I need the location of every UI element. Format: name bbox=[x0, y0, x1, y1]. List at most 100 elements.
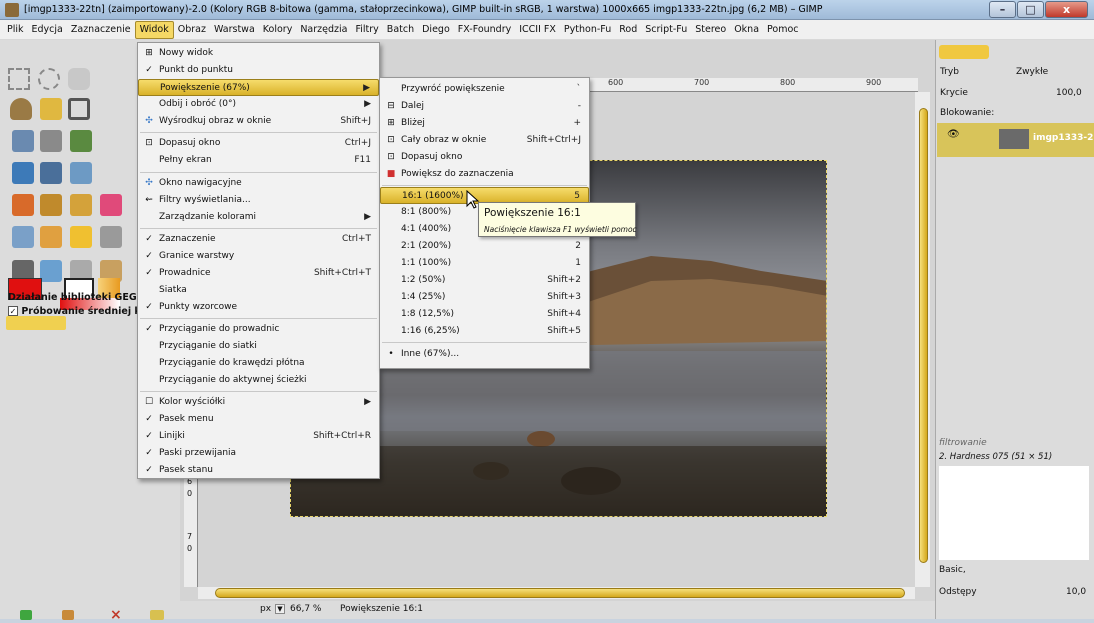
ellipse-select-tool-icon[interactable] bbox=[38, 68, 60, 90]
menu-item-fill-window[interactable]: ⊡ Dopasuj okno bbox=[380, 149, 589, 166]
menu-item-zoom[interactable]: Powiększenie (67%) ▶ bbox=[138, 79, 379, 96]
menu-item-snap-canvas[interactable]: Przyciąganie do krawędzi płótna bbox=[138, 355, 379, 372]
scissors-tool-icon[interactable] bbox=[68, 98, 90, 120]
menu-script-fu[interactable]: Script-Fu bbox=[641, 21, 691, 39]
vertical-scroll-thumb[interactable] bbox=[919, 108, 928, 563]
menu-zaznaczenie[interactable]: Zaznaczenie bbox=[67, 21, 135, 39]
menu-item-revert-zoom[interactable]: Przywróć powiększenie ` bbox=[380, 81, 589, 98]
menu-item-zoom-1-4[interactable]: 1:4 (25%) Shift+3 bbox=[380, 289, 589, 306]
menu-okna[interactable]: Okna bbox=[730, 21, 763, 39]
close-button[interactable]: x bbox=[1045, 1, 1088, 18]
menu-item-zoom-1-1[interactable]: 1:1 (100%) 1 bbox=[380, 255, 589, 272]
menu-fx-foundry[interactable]: FX-Foundry bbox=[454, 21, 515, 39]
menu-item-dot-for-dot[interactable]: ✓ Punkt do punktu bbox=[138, 62, 379, 79]
menu-item-snap-guides[interactable]: ✓ Przyciąganie do prowadnic bbox=[138, 321, 379, 338]
menu-python-fu[interactable]: Python-Fu bbox=[560, 21, 615, 39]
menu-item-show-selection[interactable]: ✓ Zaznaczenie Ctrl+T bbox=[138, 231, 379, 248]
unit-selector[interactable]: px bbox=[260, 604, 271, 614]
dodge-tool-icon[interactable] bbox=[40, 260, 62, 282]
maximize-button[interactable]: □ bbox=[1017, 1, 1044, 18]
zoom-value[interactable]: 66,7 % bbox=[290, 604, 321, 614]
menu-item-snap-grid[interactable]: Przyciąganie do siatki bbox=[138, 338, 379, 355]
menu-item-show-scrollbars[interactable]: ✓ Paski przewijania bbox=[138, 445, 379, 462]
heal-tool-icon[interactable] bbox=[100, 226, 122, 248]
dock-tabs[interactable] bbox=[939, 45, 989, 59]
menu-item-fit-image[interactable]: ⊡ Cały obraz w oknie Shift+Ctrl+J bbox=[380, 132, 589, 149]
eraser-tool-icon[interactable] bbox=[100, 194, 122, 216]
delete-options-icon[interactable]: × bbox=[110, 607, 122, 623]
scale-tool-icon[interactable] bbox=[40, 162, 62, 184]
menu-pomoc[interactable]: Pomoc bbox=[763, 21, 803, 39]
menu-item-zoom-other[interactable]: • Inne (67%)... bbox=[380, 346, 589, 363]
menu-item-show-guides[interactable]: ✓ Prowadnice Shift+Ctrl+T bbox=[138, 265, 379, 282]
rotate-tool-icon[interactable] bbox=[12, 162, 34, 184]
ink-tool-icon[interactable] bbox=[40, 226, 62, 248]
menu-item-navigation-window[interactable]: ✣ Okno nawigacyjne bbox=[138, 175, 379, 192]
menu-item-shrink-wrap[interactable]: ⊡ Dopasuj okno Ctrl+J bbox=[138, 135, 379, 152]
menu-item-zoom-2-1[interactable]: 2:1 (200%) 2 bbox=[380, 238, 589, 255]
menu-item-zoom-out[interactable]: ⊟ Dalej - bbox=[380, 98, 589, 115]
menu-warstwa[interactable]: Warstwa bbox=[210, 21, 259, 39]
menu-batch[interactable]: Batch bbox=[383, 21, 418, 39]
menu-item-show-grid[interactable]: Siatka bbox=[138, 282, 379, 299]
brush-grid[interactable] bbox=[939, 466, 1089, 560]
tool-options-tabs[interactable] bbox=[6, 316, 66, 330]
menu-item-display-filters[interactable]: ⇜ Filtry wyświetlania... bbox=[138, 192, 379, 209]
menu-obraz[interactable]: Obraz bbox=[174, 21, 210, 39]
filter-field[interactable]: filtrowanie bbox=[939, 438, 987, 448]
menu-diego[interactable]: Diego bbox=[418, 21, 454, 39]
menu-item-padding-color[interactable]: ☐ Kolor wyściółki ▶ bbox=[138, 394, 379, 411]
menu-item-new-view[interactable]: ⊞ Nowy widok bbox=[138, 45, 379, 62]
color-select-tool-icon[interactable] bbox=[40, 98, 62, 120]
rect-select-tool-icon[interactable] bbox=[8, 68, 30, 90]
fuzzy-select-tool-icon[interactable] bbox=[10, 98, 32, 120]
mode-select[interactable]: Zwykłe bbox=[1016, 67, 1048, 77]
opacity-value[interactable]: 100,0 bbox=[1056, 88, 1082, 98]
menu-item-center-image[interactable]: ✣ Wyśrodkuj obraz w oknie Shift+J bbox=[138, 113, 379, 130]
brush-set[interactable]: Basic, bbox=[939, 565, 966, 575]
menu-item-sample-points[interactable]: ✓ Punkty wzorcowe bbox=[138, 299, 379, 316]
eye-icon[interactable]: 👁 bbox=[947, 129, 960, 140]
menu-item-layer-boundary[interactable]: ✓ Granice warstwy bbox=[138, 248, 379, 265]
free-select-tool-icon[interactable] bbox=[68, 68, 90, 90]
menu-item-show-rulers[interactable]: ✓ Linijki Shift+Ctrl+R bbox=[138, 428, 379, 445]
clone-tool-icon[interactable] bbox=[70, 226, 92, 248]
layer-name[interactable]: imgp1333-22tn bbox=[1033, 133, 1094, 143]
gegl-sampling-option[interactable]: ✓ Próbowanie średniej kol bbox=[8, 306, 150, 317]
checkbox-icon[interactable]: ✓ bbox=[8, 306, 18, 316]
menu-item-zoom-1-16[interactable]: 1:16 (6,25%) Shift+5 bbox=[380, 323, 589, 340]
spacing-value[interactable]: 10,0 bbox=[1066, 587, 1086, 597]
menu-item-zoom-selection[interactable]: ■ Powiększ do zaznaczenia bbox=[380, 166, 589, 183]
menu-item-show-menubar[interactable]: ✓ Pasek menu bbox=[138, 411, 379, 428]
menu-item-snap-path[interactable]: Przyciąganie do aktywnej ścieżki bbox=[138, 372, 379, 389]
align-tool-icon[interactable] bbox=[40, 130, 62, 152]
flip-tool-icon[interactable] bbox=[12, 194, 34, 216]
menu-item-zoom-1-8[interactable]: 1:8 (12,5%) Shift+4 bbox=[380, 306, 589, 323]
paintbrush-tool-icon[interactable] bbox=[70, 194, 92, 216]
minimize-button[interactable]: – bbox=[989, 1, 1016, 18]
menu-rod[interactable]: Rod bbox=[615, 21, 641, 39]
crop-tool-icon[interactable] bbox=[70, 130, 92, 152]
menu-stereo[interactable]: Stereo bbox=[691, 21, 730, 39]
horizontal-scroll-thumb[interactable] bbox=[215, 588, 905, 598]
menu-item-flip-rotate[interactable]: Odbij i obróć (0°) ▶ bbox=[138, 96, 379, 113]
move-tool-icon[interactable] bbox=[12, 130, 34, 152]
menu-edycja[interactable]: Edycja bbox=[28, 21, 67, 39]
menu-item-zoom-1-2[interactable]: 1:2 (50%) Shift+2 bbox=[380, 272, 589, 289]
menu-iccii-fx[interactable]: ICCII FX bbox=[515, 21, 560, 39]
menu-item-fullscreen[interactable]: Pełny ekran F11 bbox=[138, 152, 379, 169]
menu-item-zoom-in[interactable]: ⊞ Bliżej + bbox=[380, 115, 589, 132]
shear-tool-icon[interactable] bbox=[70, 162, 92, 184]
menu-narzedzia[interactable]: Narzędzia bbox=[296, 21, 351, 39]
menu-plik[interactable]: Plik bbox=[3, 21, 28, 39]
menu-item-color-management[interactable]: Zarządzanie kolorami ▶ bbox=[138, 209, 379, 226]
menu-item-show-statusbar[interactable]: ✓ Pasek stanu bbox=[138, 462, 379, 479]
menu-kolory[interactable]: Kolory bbox=[259, 21, 297, 39]
chevron-down-icon[interactable]: ▼ bbox=[275, 604, 285, 614]
menu-filtry[interactable]: Filtry bbox=[351, 21, 382, 39]
layer-row[interactable]: 👁 imgp1333-22tn bbox=[937, 123, 1094, 157]
menu-widok[interactable]: Widok bbox=[134, 20, 174, 39]
menu-item-label: Przyciąganie do prowadnic bbox=[159, 324, 280, 334]
airbrush-tool-icon[interactable] bbox=[12, 226, 34, 248]
pencil-tool-icon[interactable] bbox=[40, 194, 62, 216]
